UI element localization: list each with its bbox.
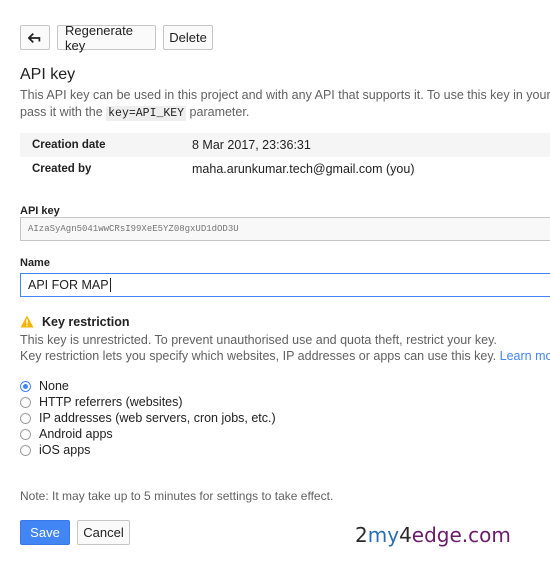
- key-restriction-title: Key restriction: [42, 315, 130, 329]
- param-code: key=API_KEY: [106, 106, 187, 121]
- name-input-value: API FOR MAP: [28, 278, 109, 292]
- info-value: maha.arunkumar.tech@gmail.com (you): [192, 162, 415, 176]
- key-info-table: Creation date 8 Mar 2017, 23:36:31 Creat…: [20, 133, 550, 181]
- name-input[interactable]: API FOR MAP: [20, 273, 550, 297]
- key-restriction-text: This key is unrestricted. To prevent una…: [20, 332, 550, 364]
- description-line-2: pass it with the key=API_KEY parameter.: [20, 105, 250, 121]
- info-label: Created by: [32, 163, 92, 175]
- info-value: 8 Mar 2017, 23:36:31: [192, 138, 311, 152]
- info-label: Creation date: [32, 139, 106, 151]
- description-line-1: This API key can be used in this project…: [20, 88, 550, 102]
- back-button[interactable]: [20, 25, 50, 50]
- radio-button[interactable]: [20, 412, 31, 424]
- save-button[interactable]: Save: [20, 520, 70, 545]
- delete-button[interactable]: Delete: [163, 25, 213, 50]
- page-description: This API key can be used in this project…: [20, 87, 550, 122]
- radio-option-android-apps[interactable]: Android apps: [20, 426, 276, 442]
- arrow-left-icon: [28, 32, 41, 43]
- cancel-button[interactable]: Cancel: [77, 520, 130, 545]
- radio-label: HTTP referrers (websites): [39, 395, 183, 409]
- radio-button[interactable]: [20, 428, 31, 440]
- radio-label: Android apps: [39, 427, 113, 441]
- warning-icon: [20, 315, 34, 328]
- radio-option-none[interactable]: None: [20, 378, 276, 394]
- info-row-created-by: Created by maha.arunkumar.tech@gmail.com…: [20, 157, 550, 181]
- api-key-label: API key: [20, 205, 60, 217]
- radio-button[interactable]: [20, 380, 31, 392]
- regenerate-key-button[interactable]: Regenerate key: [57, 23, 156, 53]
- radio-label: IP addresses (web servers, cron jobs, et…: [39, 411, 276, 425]
- restriction-line-1: This key is unrestricted. To prevent una…: [20, 333, 497, 347]
- settings-note: Note: It may take up to 5 minutes for se…: [20, 489, 334, 503]
- radio-label: iOS apps: [39, 443, 91, 457]
- api-key-field[interactable]: AIzaSyAgn5041wwCRsI99XeE5YZ08gxUD1dOD3U: [20, 217, 550, 241]
- radio-option-ip-addresses[interactable]: IP addresses (web servers, cron jobs, et…: [20, 410, 276, 426]
- name-label: Name: [20, 257, 50, 269]
- radio-option-http-referrers[interactable]: HTTP referrers (websites): [20, 394, 276, 410]
- watermark-logo: 2my4edge.com: [355, 523, 511, 547]
- restriction-line-2: Key restriction lets you specify which w…: [20, 348, 550, 364]
- radio-option-ios-apps[interactable]: iOS apps: [20, 442, 276, 458]
- page-title: API key: [20, 66, 76, 83]
- radio-button[interactable]: [20, 444, 31, 456]
- text-caret: [109, 278, 111, 292]
- restriction-radio-group: None HTTP referrers (websites) IP addres…: [20, 378, 276, 458]
- radio-button[interactable]: [20, 396, 31, 408]
- radio-label: None: [39, 379, 69, 393]
- learn-more-link[interactable]: Learn more: [500, 349, 550, 363]
- info-row-creation-date: Creation date 8 Mar 2017, 23:36:31: [20, 133, 550, 157]
